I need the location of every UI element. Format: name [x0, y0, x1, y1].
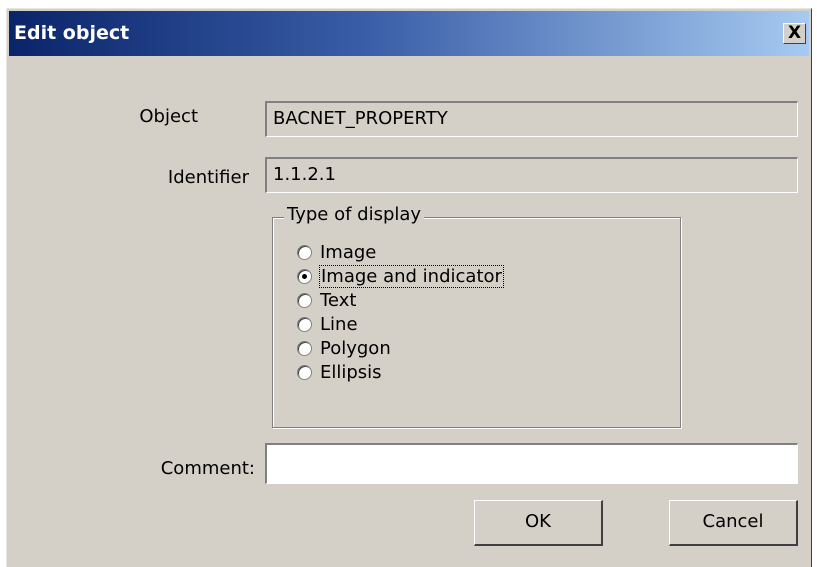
close-icon: X [787, 23, 802, 43]
radio-button-icon[interactable] [297, 292, 312, 308]
cancel-button[interactable]: Cancel [669, 500, 798, 546]
comment-label: Comment: [160, 458, 255, 479]
radio-label-polygon: Polygon [320, 337, 391, 359]
window-title: Edit object [14, 22, 130, 44]
display-type-legend: Type of display [284, 204, 425, 225]
close-button[interactable]: X [783, 23, 806, 44]
display-type-group: Type of display Image Image and indicato… [272, 204, 681, 428]
radio-option-ellipsis[interactable]: Ellipsis [297, 360, 382, 384]
radio-label-image-and-indicator: Image and indicator [319, 264, 504, 288]
object-field[interactable]: BACNET_PROPERTY [265, 101, 798, 137]
radio-button-icon[interactable] [297, 340, 312, 356]
radio-label-text: Text [320, 289, 357, 311]
radio-button-icon[interactable] [297, 364, 312, 380]
radio-option-text[interactable]: Text [297, 288, 356, 312]
ok-button[interactable]: OK [474, 500, 603, 546]
radio-label-image: Image [320, 241, 377, 263]
radio-label-line: Line [320, 313, 358, 335]
radio-button-icon[interactable] [297, 244, 312, 260]
edit-object-dialog: Edit object X Object BACNET_PROPERTY Ide… [6, 8, 812, 567]
radio-option-line[interactable]: Line [297, 312, 358, 336]
identifier-field[interactable]: 1.1.2.1 [265, 157, 798, 193]
radio-option-image[interactable]: Image [297, 240, 376, 264]
radio-option-polygon[interactable]: Polygon [297, 336, 391, 360]
radio-button-icon[interactable] [297, 316, 312, 332]
title-bar[interactable]: Edit object X [9, 11, 809, 56]
comment-input[interactable] [265, 443, 798, 484]
radio-option-image-and-indicator[interactable]: Image and indicator [297, 264, 504, 288]
object-label: Object [139, 106, 198, 127]
radio-label-ellipsis: Ellipsis [320, 361, 382, 383]
radio-button-checked-icon[interactable] [297, 268, 312, 284]
identifier-label: Identifier [167, 167, 249, 188]
